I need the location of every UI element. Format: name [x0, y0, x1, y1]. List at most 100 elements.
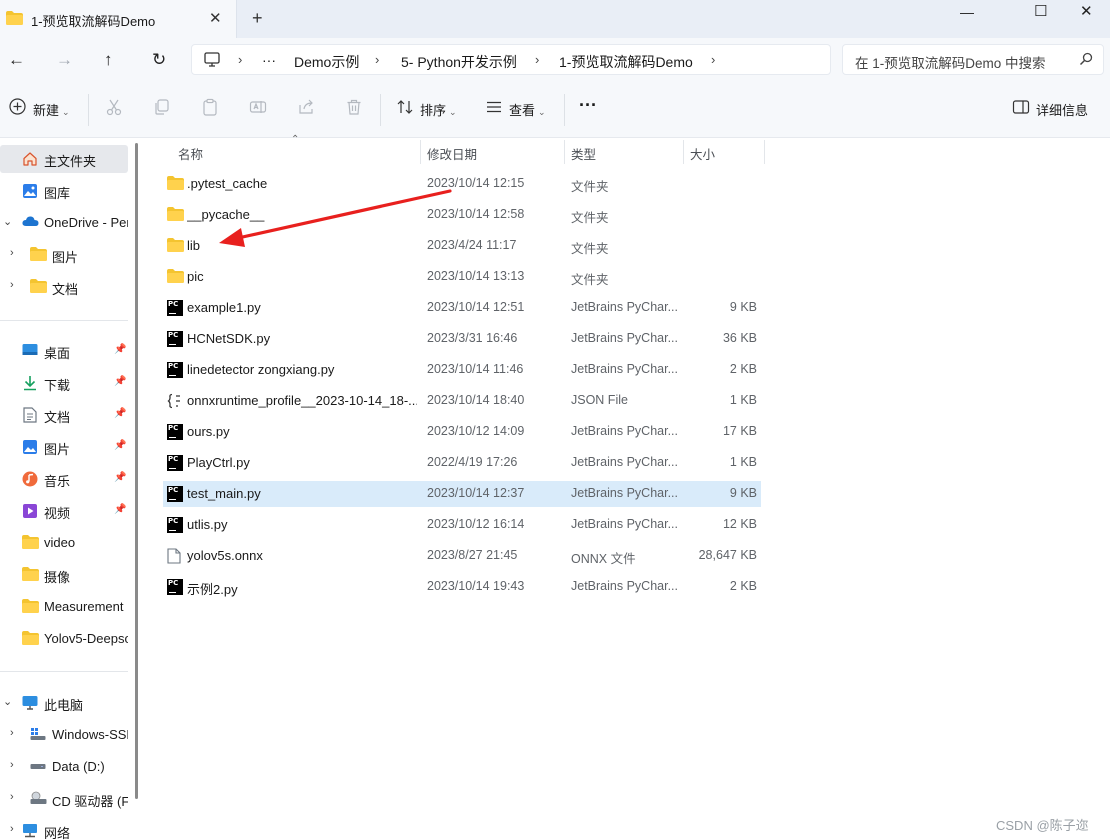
folder-icon — [167, 269, 184, 286]
sidebar-item-label: 主文件夹 — [44, 154, 97, 169]
sidebar-item-video-folder[interactable]: video — [0, 529, 128, 557]
network-icon — [22, 823, 38, 840]
up-button[interactable]: ↑ — [104, 50, 113, 70]
breadcrumb-separator[interactable]: › — [375, 52, 379, 67]
new-tab-button[interactable]: + — [252, 8, 263, 29]
file-date: 2023/10/14 19:43 — [427, 579, 525, 593]
sidebar-item-pictures[interactable]: 图片 📌 — [0, 433, 128, 461]
share-icon[interactable] — [297, 98, 315, 119]
file-row[interactable]: lib 2023/4/24 11:17 文件夹 — [163, 233, 761, 259]
drive-icon — [30, 759, 46, 776]
sidebar-item-desktop[interactable]: 桌面 📌 — [0, 337, 128, 365]
file-row[interactable]: PC utlis.py 2023/10/12 16:14 JetBrains PyCh… — [163, 512, 761, 538]
file-row[interactable]: PC 示例2.py 2023/10/14 19:43 JetBrains PyChar… — [163, 574, 761, 600]
back-button[interactable]: ← — [8, 50, 25, 70]
toolbar-divider — [564, 94, 565, 126]
home-icon — [22, 151, 38, 170]
window-close-button[interactable]: ✕ — [1080, 2, 1093, 20]
file-row[interactable]: PC HCNetSDK.py 2023/3/31 16:46 JetBrains Py… — [163, 326, 761, 352]
breadcrumb-separator[interactable]: › — [238, 52, 242, 67]
cut-icon[interactable] — [105, 98, 123, 119]
column-header-type[interactable]: 类型 — [571, 144, 596, 163]
chevron-down-icon: ⌄ — [538, 107, 546, 117]
pin-icon: 📌 — [114, 472, 127, 483]
file-row[interactable]: PC test_main.py 2023/10/14 12:37 JetBrains … — [163, 481, 761, 507]
sidebar-item-label: 图库 — [44, 186, 71, 201]
file-size: 17 KB — [722, 424, 757, 438]
breadcrumb-item[interactable]: 1-预览取流解码Demo — [559, 52, 693, 72]
chevron-right-icon[interactable]: › — [10, 791, 14, 803]
tab-close-button[interactable]: ✕ — [209, 9, 222, 27]
file-row[interactable]: PC PlayCtrl.py 2022/4/19 17:26 JetBrains Py… — [163, 450, 761, 476]
file-row[interactable]: PC ours.py 2023/10/12 14:09 JetBrains PyCha… — [163, 419, 761, 445]
file-row[interactable]: yolov5s.onnx 2023/8/27 21:45 ONNX 文件 28,647… — [163, 543, 761, 569]
forward-button[interactable]: → — [56, 50, 73, 70]
sidebar-item-home[interactable]: 主文件夹 — [0, 145, 128, 173]
rename-icon[interactable] — [249, 98, 267, 119]
chevron-right-icon[interactable]: › — [10, 247, 14, 259]
file-name: linedetector zongxiang.py — [187, 362, 335, 377]
sidebar-item-videos[interactable]: 视频 📌 — [0, 497, 128, 525]
sidebar-item-gallery[interactable]: 图库 — [0, 177, 128, 205]
paste-icon[interactable] — [201, 98, 219, 119]
file-type: JetBrains PyChar... — [571, 424, 678, 438]
breadcrumb-more[interactable]: ··· — [262, 52, 276, 68]
file-row[interactable]: onnxruntime_profile__2023-10-14_18-... 20… — [163, 388, 761, 414]
delete-icon[interactable] — [345, 98, 363, 119]
file-row[interactable]: pic 2023/10/14 13:13 文件夹 — [163, 264, 761, 290]
search-placeholder: 在 1-预览取流解码Demo 中搜索 — [855, 56, 1046, 71]
minimize-button[interactable]: — — [960, 4, 974, 20]
copy-icon[interactable] — [153, 98, 171, 119]
file-type: JetBrains PyChar... — [571, 486, 678, 500]
sort-icon — [396, 98, 414, 119]
sidebar-scrollbar[interactable] — [135, 143, 138, 799]
document-icon — [23, 407, 37, 426]
file-row[interactable]: .pytest_cache 2023/10/14 12:15 文件夹 — [163, 171, 761, 197]
sidebar-item-camera-folder[interactable]: 摄像 — [0, 561, 128, 589]
sidebar-item-onedrive[interactable]: ⌄ OneDrive - Per — [0, 209, 128, 237]
column-header-name[interactable]: 名称 — [178, 144, 203, 163]
sidebar-item-data-drive[interactable]: › Data (D:) — [0, 753, 128, 781]
chevron-down-icon[interactable]: ⌄ — [3, 215, 12, 228]
column-header-date[interactable]: 修改日期 — [427, 144, 477, 163]
breadcrumb-item[interactable]: Demo示例 — [294, 52, 359, 72]
column-divider[interactable] — [764, 140, 765, 164]
sidebar-item-label: 摄像 — [44, 570, 71, 585]
sidebar-item-onedrive-documents[interactable]: › 文档 — [0, 273, 128, 301]
column-divider[interactable] — [420, 140, 421, 164]
sidebar-item-cd-drive[interactable]: › CD 驱动器 (F:) — [0, 785, 128, 813]
chevron-right-icon[interactable]: › — [10, 727, 14, 739]
sidebar-item-music[interactable]: 音乐 📌 — [0, 465, 128, 493]
column-divider[interactable] — [683, 140, 684, 164]
refresh-button[interactable]: ↻ — [152, 50, 166, 70]
pycharm-file-icon: PC — [167, 331, 183, 347]
column-header-size[interactable]: 大小 — [690, 144, 715, 163]
file-type: 文件夹 — [571, 180, 609, 194]
maximize-button[interactable]: ☐ — [1034, 2, 1047, 20]
file-row[interactable]: __pycache__ 2023/10/14 12:58 文件夹 — [163, 202, 761, 228]
tab-current-folder[interactable]: 1-预览取流解码Demo ✕ — [0, 0, 237, 38]
sidebar-item-network[interactable]: › 网络 — [0, 817, 128, 840]
sidebar-item-downloads[interactable]: 下载 📌 — [0, 369, 128, 397]
chevron-right-icon[interactable]: › — [10, 823, 14, 835]
search-input[interactable]: 在 1-预览取流解码Demo 中搜索 — [842, 44, 1104, 75]
sidebar-item-this-pc[interactable]: ⌄ 此电脑 — [0, 689, 128, 717]
column-divider[interactable] — [564, 140, 565, 164]
breadcrumb-separator[interactable]: › — [711, 52, 715, 67]
chevron-right-icon[interactable]: › — [10, 279, 14, 291]
breadcrumb-item[interactable]: 5- Python开发示例 — [401, 52, 517, 72]
address-bar[interactable]: › ··· Demo示例 › 5- Python开发示例 › 1-预览取流解码D… — [191, 44, 831, 75]
sidebar-item-label: 此电脑 — [44, 698, 84, 713]
file-row[interactable]: PC example1.py 2023/10/14 12:51 JetBrains P… — [163, 295, 761, 321]
sidebar-item-yolov5-folder[interactable]: Yolov5-Deepso — [0, 625, 128, 653]
sidebar-item-windows-ssd[interactable]: › Windows-SSD — [0, 721, 128, 749]
sidebar-item-documents[interactable]: 文档 📌 — [0, 401, 128, 429]
sidebar-item-onedrive-pictures[interactable]: › 图片 — [0, 241, 128, 269]
chevron-right-icon[interactable]: › — [10, 759, 14, 771]
breadcrumb-separator[interactable]: › — [535, 52, 539, 67]
chevron-down-icon[interactable]: ⌄ — [3, 695, 12, 708]
more-options-button[interactable]: ··· — [579, 95, 597, 116]
sidebar-item-measurement-folder[interactable]: Measurement — [0, 593, 128, 621]
file-row[interactable]: PC linedetector zongxiang.py 2023/10/14 11… — [163, 357, 761, 383]
file-name: HCNetSDK.py — [187, 331, 271, 346]
